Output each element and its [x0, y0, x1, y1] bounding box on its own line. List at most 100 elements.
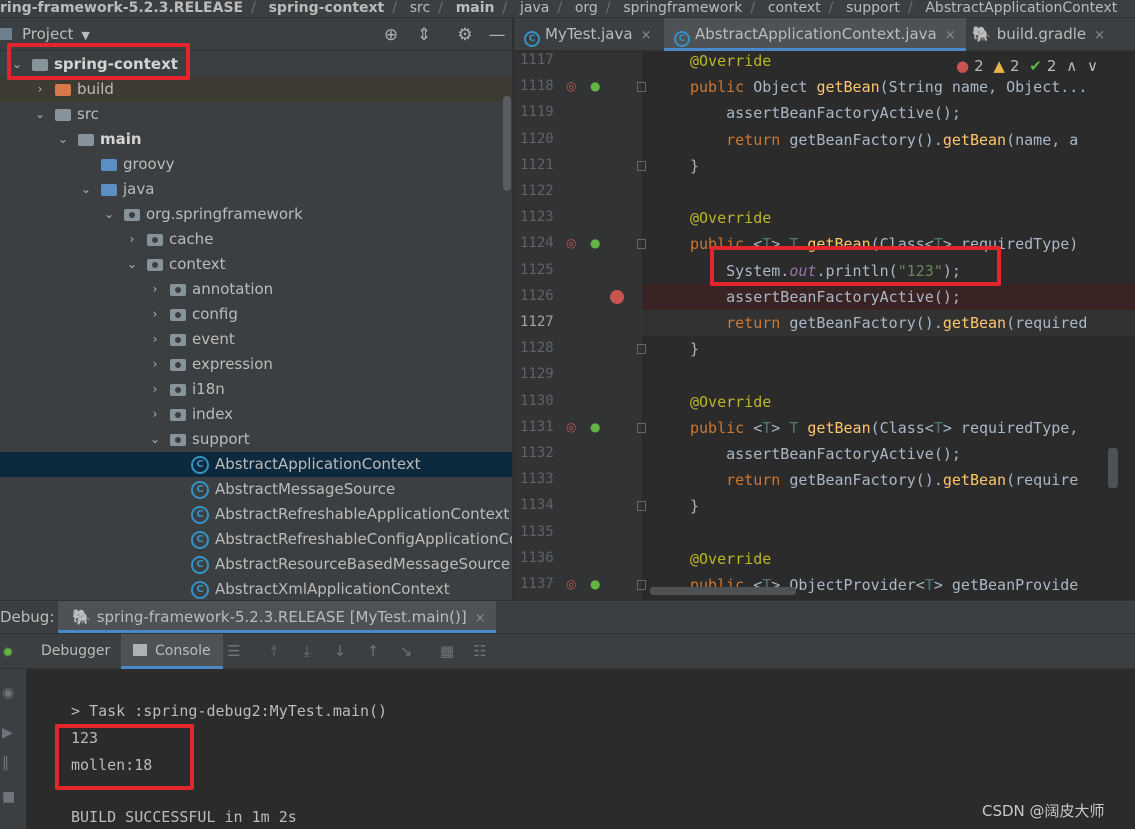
chevron-down-icon[interactable]: ⌄	[33, 102, 47, 127]
bug-icon: ✹	[2, 645, 14, 661]
tree-item[interactable]: C AbstractRefreshableConfigApplicationCo	[0, 527, 512, 552]
overrides-icon[interactable]: ◎	[566, 236, 576, 250]
run-to-cursor-icon[interactable]: ↘	[395, 642, 417, 660]
implements-icon[interactable]: ●	[590, 577, 600, 591]
pause-icon[interactable]: ‖	[2, 755, 9, 771]
line-gutter[interactable]: 1117 1118 ◎ ● 1119 1120 1121 1122 1123 1124 ◎ ● 1125…	[514, 52, 646, 600]
chevron-down-icon[interactable]: ⌄	[79, 177, 93, 202]
chevron-right-icon[interactable]: ›	[148, 352, 162, 377]
implements-icon[interactable]: ●	[590, 79, 600, 93]
tree-item[interactable]: › config	[0, 302, 512, 327]
tree-item[interactable]: › expression	[0, 352, 512, 377]
tree-item[interactable]: ⌄ java	[0, 177, 512, 202]
tree-item[interactable]: ⌄ main	[0, 127, 512, 152]
project-view-selector[interactable]: Project ▼	[0, 25, 90, 43]
chevron-down-icon[interactable]: ⌄	[10, 52, 24, 77]
chevron-right-icon[interactable]: ›	[125, 227, 139, 252]
gear-icon[interactable]: ⚙	[454, 25, 476, 45]
tree-item[interactable]: › build	[0, 77, 512, 102]
tree-item[interactable]: › annotation	[0, 277, 512, 302]
code-line: return getBeanFactory().getBean(require	[726, 471, 1079, 490]
breadcrumb-item[interactable]: ring-framework-5.2.3.RELEASE	[0, 1, 243, 15]
tree-item[interactable]: C AbstractResourceBasedMessageSource	[0, 552, 512, 577]
overrides-icon[interactable]: ◎	[566, 577, 576, 591]
tree-item[interactable]: C AbstractXmlApplicationContext	[0, 577, 512, 600]
editor-scrollbar[interactable]	[1108, 448, 1118, 488]
tab-debugger[interactable]: Debugger	[41, 634, 110, 669]
breadcrumb-item[interactable]: springframework	[623, 1, 742, 15]
tree-item[interactable]: ⌄ src	[0, 102, 512, 127]
menu-icon[interactable]: ☰	[223, 642, 245, 660]
chevron-right-icon[interactable]: ›	[148, 377, 162, 402]
class-icon: C	[191, 556, 209, 574]
tree-item[interactable]: › i18n	[0, 377, 512, 402]
tab-build-gradle[interactable]: 🐘 build.gradle ×	[972, 18, 1105, 51]
tree-item[interactable]: ⌄ spring-context	[0, 52, 512, 77]
close-icon[interactable]: ×	[945, 28, 956, 43]
chevron-right-icon[interactable]: ›	[148, 327, 162, 352]
chevron-down-icon[interactable]: ⌄	[125, 252, 139, 277]
chevron-right-icon[interactable]: ›	[148, 402, 162, 427]
overrides-icon[interactable]: ◎	[566, 79, 576, 93]
stop-icon[interactable]: ■	[2, 789, 15, 805]
trace-icon[interactable]: ☷	[469, 642, 491, 660]
chevron-down-icon[interactable]: ⌄	[148, 427, 162, 452]
locate-icon[interactable]: ⊕	[380, 25, 402, 45]
close-icon[interactable]: ×	[641, 28, 652, 43]
chevron-right-icon[interactable]: ›	[148, 302, 162, 327]
tab-mytest[interactable]: C MyTest.java ×	[524, 18, 651, 51]
breadcrumb-item[interactable]: context	[768, 1, 821, 15]
chevron-down-icon[interactable]: ⌄	[56, 127, 70, 152]
editor-horizontal-scrollbar[interactable]	[650, 587, 796, 595]
implements-icon[interactable]: ●	[590, 420, 600, 434]
overrides-icon[interactable]: ◎	[566, 420, 576, 434]
package-icon	[170, 384, 186, 396]
tree-item[interactable]: ⌄ org.springframework	[0, 202, 512, 227]
tree-item[interactable]: ⌄ support	[0, 427, 512, 452]
inspection-widget[interactable]: ● 2 ▲ 2 ✔ 2 ∧ ∨	[956, 57, 1103, 79]
step-over-icon[interactable]: ⤓	[296, 642, 318, 660]
breakpoint-icon[interactable]	[610, 289, 624, 304]
implements-icon[interactable]: ●	[590, 236, 600, 250]
code-editor: C MyTest.java × C AbstractApplicationContex…	[514, 18, 1135, 600]
code-area[interactable]: @Override public Object getBean(String na…	[642, 52, 1135, 600]
line-number: 1129	[520, 366, 554, 383]
breadcrumb-item[interactable]: spring-context	[269, 1, 385, 15]
tree-item[interactable]: groovy	[0, 152, 512, 177]
close-icon[interactable]: ×	[475, 611, 486, 626]
tree-item[interactable]: C AbstractApplicationContext	[0, 452, 512, 477]
debug-session-tab[interactable]: 🐘 spring-framework-5.2.3.RELEASE [MyTest.…	[58, 601, 496, 633]
collapse-all-icon[interactable]: ⇕	[413, 25, 435, 45]
chevron-up-icon[interactable]: ∧	[1066, 57, 1077, 75]
chevron-right-icon[interactable]: ›	[148, 277, 162, 302]
tab-console[interactable]: Console	[121, 634, 223, 669]
resume-icon[interactable]: ▶	[2, 725, 13, 741]
step-into-icon[interactable]: ↓	[329, 642, 351, 660]
code-line: return getBeanFactory().getBean(name, a	[726, 130, 1079, 149]
tree-item[interactable]: ⌄ context	[0, 252, 512, 277]
tree-item[interactable]: › index	[0, 402, 512, 427]
tree-item[interactable]: › event	[0, 327, 512, 352]
breadcrumb-item[interactable]: AbstractApplicationContext	[925, 1, 1117, 15]
close-icon[interactable]: ×	[1094, 28, 1105, 43]
chevron-down-icon[interactable]: ∨	[1087, 57, 1098, 75]
tree-item[interactable]: C AbstractMessageSource	[0, 477, 512, 502]
project-scrollbar[interactable]	[503, 96, 511, 191]
breadcrumb-item[interactable]: org	[575, 1, 598, 15]
chevron-right-icon[interactable]: ›	[33, 77, 47, 102]
tab-abstractapplicationcontext[interactable]: C AbstractApplicationContext.java ×	[664, 18, 966, 51]
show-execution-point-icon[interactable]: ⤒	[263, 642, 285, 660]
step-out-icon[interactable]: ↑	[362, 642, 384, 660]
view-breakpoints-icon[interactable]: ◉	[2, 685, 14, 701]
chevron-down-icon[interactable]: ⌄	[102, 202, 116, 227]
tree-item[interactable]: › cache	[0, 227, 512, 252]
breadcrumb-item[interactable]: support	[846, 1, 900, 15]
breadcrumb-item[interactable]: src	[410, 1, 430, 15]
class-icon: C	[191, 481, 209, 499]
tree-item[interactable]: C AbstractRefreshableApplicationContext	[0, 502, 512, 527]
evaluate-icon[interactable]: ▦	[436, 642, 458, 660]
console-output[interactable]: > Task :spring-debug2:MyTest.main() 123 …	[26, 669, 1135, 829]
breadcrumb-item[interactable]: main	[456, 1, 495, 15]
minimize-icon[interactable]: —	[486, 25, 508, 45]
breadcrumb-item[interactable]: java	[520, 1, 549, 15]
